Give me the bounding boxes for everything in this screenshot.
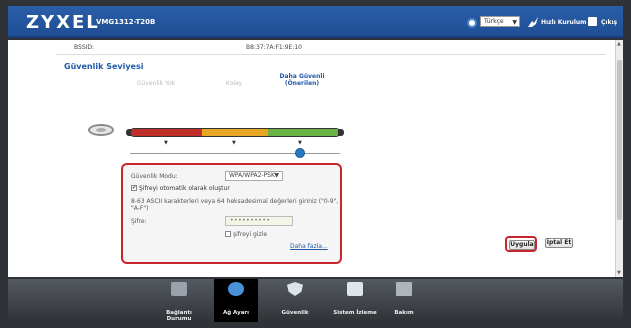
bssid-value: B8:37:7A:F1:9E:10 [246,44,303,51]
quick-setup-link[interactable]: Hızlı Kurulum [541,19,586,26]
password-field[interactable]: •••••••••• [225,216,293,226]
divider [56,54,606,55]
nav-security[interactable]: Güvenlik [273,279,317,322]
nav-label: Bağlantı Durumu [166,310,192,322]
security-settings-panel: Güvenlik Modu: WPA/WPA2-PSK ▼ ✔ Şifreyi … [121,163,342,264]
nav-label: Güvenlik [281,310,309,316]
main-content: BSSID: B8:37:7A:F1:9E:10 Güvenlik Seviye… [8,40,615,277]
scrollbar-thumb[interactable] [617,60,622,220]
bssid-label: BSSID: [74,44,95,51]
exit-icon[interactable] [588,17,597,26]
cancel-button[interactable]: İptal Et [545,238,573,248]
scroll-down-icon[interactable]: ▼ [617,270,621,276]
nav-label: Ağ Ayarı [222,310,250,316]
language-value: Türkçe [484,18,504,25]
level-marker-icon: ▼ [164,140,168,146]
auto-password-label: Şifreyi otomatik olarak oluştur [139,185,230,192]
tools-icon [396,282,412,296]
auto-password-checkbox[interactable]: ✔ [131,185,137,191]
wizard-icon[interactable] [528,17,538,27]
security-level-title: Güvenlik Seviyesi [64,62,144,71]
level-bar-cap-right [338,129,344,136]
globe-icon [467,18,477,28]
router-icon [88,124,114,136]
more-settings-link[interactable]: Daha fazla... [290,243,328,250]
nav-system-monitor[interactable]: Sistem İzleme [330,279,380,322]
nav-label: Bakım [394,310,414,316]
hide-password-label: şifreyi gizle [233,231,268,238]
level-secure-label[interactable]: Daha Güvenli (Önerilen) [266,73,338,87]
chevron-down-icon: ▼ [274,172,279,179]
apply-button[interactable]: Uygula [509,240,535,250]
model-name: VMG1312-T20B [96,18,156,26]
brand-logo: ZYXEL [26,12,100,33]
level-secure-segment[interactable] [267,129,339,136]
language-select[interactable]: Türkçe ▼ [480,16,520,27]
password-label: Şifre: [131,218,147,225]
nav-network-settings[interactable]: Ağ Ayarı [214,279,258,322]
security-level-bar[interactable] [130,128,340,137]
bottom-navigation: Bağlantı Durumu Ağ Ayarı Güvenlik Sistem… [8,279,623,322]
nav-maintenance[interactable]: Bakım [386,279,422,322]
security-mode-value: WPA/WPA2-PSK [229,172,275,179]
monitor-icon [347,282,363,296]
apply-highlight: Uygula [505,236,537,252]
nav-connection-status[interactable]: Bağlantı Durumu [157,279,201,322]
level-none-label[interactable]: Güvenlik Yok [126,80,186,87]
shield-icon [287,282,303,296]
nav-label: Sistem İzleme [333,310,377,316]
level-slider-track[interactable] [130,153,340,154]
vertical-scrollbar[interactable]: ▲ ▼ [615,40,623,277]
security-mode-label: Güvenlik Modu: [131,173,178,180]
level-marker-icon: ▼ [232,140,236,146]
level-marker-icon: ▼ [298,140,302,146]
level-slider-handle[interactable] [295,148,305,158]
hide-password-checkbox[interactable] [225,231,231,237]
network-status-icon [171,282,187,296]
gear-icon [228,282,244,296]
logout-link[interactable]: Çıkış [601,19,617,26]
security-mode-select[interactable]: WPA/WPA2-PSK ▼ [225,171,283,181]
chevron-down-icon: ▼ [512,19,517,26]
level-easy-label[interactable]: Kolay [214,80,254,87]
scroll-up-icon[interactable]: ▲ [617,41,621,47]
level-easy-segment[interactable] [202,129,268,136]
level-none-segment[interactable] [131,129,203,136]
password-hint: 8-63 ASCII karakterleri veya 64 heksades… [131,198,339,212]
top-header: ZYXEL VMG1312-T20B Türkçe ▼ Hızlı Kurulu… [8,6,623,38]
